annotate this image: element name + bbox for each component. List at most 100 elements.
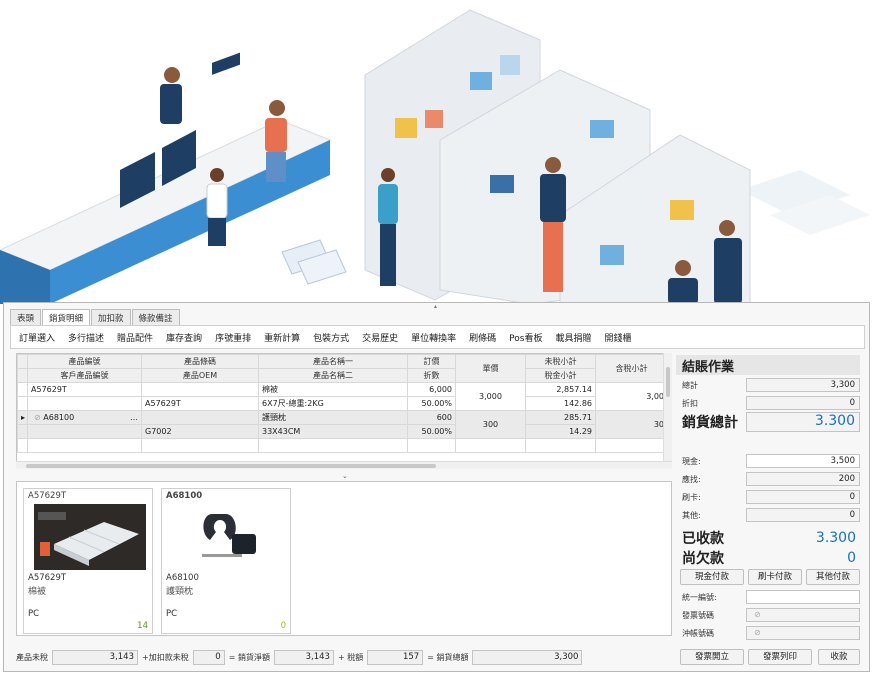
cell-name2[interactable]: 33X43CM [258, 424, 408, 439]
cell-tax[interactable]: 14.29 [525, 424, 596, 439]
tab-adjustments[interactable]: 加扣款 [91, 309, 131, 325]
col-barcode[interactable]: 產品條碼 [141, 354, 259, 369]
cell-tax-total[interactable]: 3,00 [595, 382, 668, 411]
cell-oem[interactable]: A57629T [141, 396, 259, 411]
toolbar-recalculate[interactable]: 重新計算 [264, 331, 300, 344]
card-code: A57629T [28, 491, 67, 501]
cell-tax[interactable]: 142.86 [525, 396, 596, 411]
cell-product-code[interactable]: A57629T [27, 382, 142, 397]
cell-tax-total[interactable]: 30 [595, 410, 668, 439]
window-grip[interactable]: ▴ [434, 303, 440, 310]
paperclip-icon: ⊘ [754, 610, 761, 619]
col-product-code[interactable]: 產品編號 [27, 354, 142, 369]
cash-row: 現金: 3,500 [676, 453, 860, 469]
splitter-chevron-icon[interactable]: ⌄ [342, 472, 348, 480]
tab-bar: 表頭 銷貨明細 加扣款 條款備註 [10, 309, 181, 325]
cell-product-code[interactable]: ⊘ A68100… [27, 410, 142, 425]
checkout-title: 結賬作業 [676, 355, 860, 375]
credit-field[interactable]: ⊘ [746, 626, 860, 640]
toolbar-carrier-donate[interactable]: 載具捐贈 [555, 331, 591, 344]
other-row: 其他: 0 [676, 507, 860, 523]
table-row[interactable]: ▸ ⊘ A68100… 護頸枕 600 300 285.71 30 [17, 410, 668, 439]
tab-header[interactable]: 表頭 [10, 309, 42, 325]
col-tax[interactable]: 稅金小計 [525, 368, 596, 383]
tab-terms[interactable]: 條款備註 [131, 309, 180, 325]
toolbar-order-import[interactable]: 訂單選入 [19, 331, 55, 344]
grid-horizontal-scrollbar[interactable] [16, 461, 672, 469]
col-subtotal[interactable]: 未稅小計 [525, 354, 596, 369]
change-row: 應找: 200 [676, 471, 860, 487]
cell-discount[interactable]: 50.00% [407, 396, 456, 411]
cell-unit-price[interactable]: 3,000 [455, 382, 526, 411]
product-card[interactable]: A68100 A68100 護頸枕 PC 0 [161, 488, 291, 634]
paperclip-icon: ⊘ [34, 413, 41, 422]
scroll-thumb[interactable] [666, 367, 670, 397]
cell-barcode[interactable] [141, 382, 259, 397]
cell-oem[interactable]: G7002 [141, 424, 259, 439]
col-name1[interactable]: 產品名稱一 [258, 354, 408, 369]
sales-net-value: 3,143 [273, 649, 334, 665]
issue-invoice-button[interactable]: 發票開立 [680, 649, 744, 665]
toolbar-scan-barcode[interactable]: 刷條碼 [469, 331, 496, 344]
col-oem[interactable]: 產品OEM [141, 368, 259, 383]
col-customer-code[interactable]: 客戶產品編號 [27, 368, 142, 383]
cell-name2[interactable]: 6X7尺-總重:2KG [258, 396, 408, 411]
cell-customer-code[interactable] [27, 424, 142, 439]
grid-corner [17, 354, 28, 369]
total-label: = 銷貨總額 [427, 652, 469, 662]
card-unit: PC [166, 609, 178, 619]
invoice-field[interactable]: ⊘ [746, 608, 860, 622]
tax-id-input[interactable] [746, 590, 860, 604]
toolbar-pos-board[interactable]: Pos看板 [509, 331, 542, 344]
toolbar-history[interactable]: 交易歷史 [362, 331, 398, 344]
toolbar-gift-accessories[interactable]: 贈品配件 [117, 331, 153, 344]
col-price[interactable]: 訂價 [407, 354, 456, 369]
print-invoice-button[interactable]: 發票列印 [748, 649, 812, 665]
grid-vertical-scrollbar[interactable] [663, 353, 672, 461]
quilt-product-photo [34, 504, 146, 570]
neck-pillow-product-photo [172, 504, 284, 570]
card-code: A68100 [166, 491, 203, 501]
toolbar-packaging[interactable]: 包裝方式 [313, 331, 349, 344]
cell-name1[interactable]: 棉被 [258, 382, 408, 397]
cash-input[interactable]: 3,500 [746, 454, 860, 468]
ellipsis-button[interactable]: … [130, 413, 138, 422]
col-name2[interactable]: 產品名稱二 [258, 368, 408, 383]
table-row-empty[interactable] [17, 438, 668, 453]
table-row[interactable]: G7002 33X43CM 50.00% 14.29 [17, 424, 668, 439]
other-pay-button[interactable]: 其他付款 [806, 569, 860, 585]
table-row[interactable]: A57629T 棉被 6,000 3,000 2,857.14 3,00 [17, 382, 668, 411]
cell-subtotal[interactable]: 2,857.14 [525, 382, 596, 397]
cell-barcode[interactable] [141, 410, 259, 425]
toolbar-unit-conversion[interactable]: 單位轉換率 [411, 331, 456, 344]
cell-price[interactable]: 6,000 [407, 382, 456, 397]
toolbar-open-drawer[interactable]: 開錢櫃 [604, 331, 631, 344]
cell-subtotal[interactable]: 285.71 [525, 410, 596, 425]
receive-payment-button[interactable]: 收款 [818, 649, 860, 665]
deduct-value: 0 [192, 649, 225, 665]
credit-row: 沖帳號碼 ⊘ [676, 625, 860, 641]
toolbar-stock-query[interactable]: 庫存查詢 [166, 331, 202, 344]
cell-name1[interactable]: 護頸枕 [258, 410, 408, 425]
toolbar-multiline-desc[interactable]: 多行描述 [68, 331, 104, 344]
tax-value: 157 [367, 649, 424, 665]
card-line1: A57629T [28, 573, 67, 583]
tab-sales-detail[interactable]: 銷貨明細 [42, 309, 91, 325]
card-field[interactable]: 0 [746, 490, 860, 504]
scroll-thumb[interactable] [26, 464, 436, 468]
card-pay-button[interactable]: 刷卡付款 [748, 569, 802, 585]
col-tax-total[interactable]: 含稅小計 [595, 354, 668, 383]
discount-field[interactable]: 0 [746, 396, 860, 410]
cell-price[interactable]: 600 [407, 410, 456, 425]
cash-pay-button[interactable]: 現金付款 [680, 569, 744, 585]
toolbar-renumber[interactable]: 序號重排 [215, 331, 251, 344]
cell-customer-code[interactable] [27, 396, 142, 411]
table-row[interactable]: A57629T 6X7尺-總重:2KG 50.00% 142.86 [17, 396, 668, 411]
row-indicator [17, 382, 28, 397]
other-field[interactable]: 0 [746, 508, 860, 522]
col-discount[interactable]: 折數 [407, 368, 456, 383]
cell-discount[interactable]: 50.00% [407, 424, 456, 439]
cell-unit-price[interactable]: 300 [455, 410, 526, 439]
product-card[interactable]: A57629T A57629T 棉被 PC 14 [23, 488, 153, 634]
col-unit-price[interactable]: 單價 [455, 354, 526, 383]
